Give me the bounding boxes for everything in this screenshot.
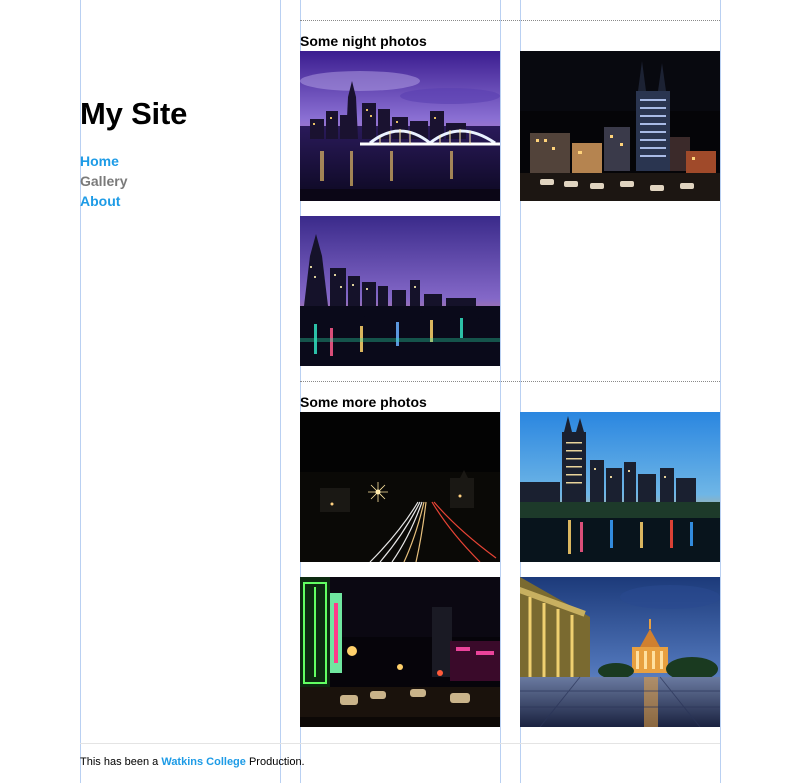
footer-prefix: This has been a	[80, 756, 159, 768]
photo-batman-building-night[interactable]	[520, 51, 720, 201]
section-heading-night-photos: Some night photos	[300, 33, 427, 49]
section-heading-more-photos: Some more photos	[300, 394, 427, 410]
section-divider	[300, 20, 720, 21]
photo-skyline-reflection[interactable]	[520, 412, 720, 562]
grid-guide-line	[500, 0, 501, 783]
footer-link-watkins-college[interactable]: Watkins College	[161, 756, 246, 768]
footer-divider	[80, 743, 720, 744]
nav-item-home[interactable]: Home	[80, 151, 127, 171]
photo-skyline-bridge[interactable]	[300, 51, 500, 201]
photo-skyline-river-purple[interactable]	[300, 216, 500, 366]
photo-light-trails[interactable]	[300, 412, 500, 562]
photo-neon-street[interactable]	[300, 577, 500, 727]
nav-item-about[interactable]: About	[80, 191, 127, 211]
grid-guide-line	[280, 0, 281, 783]
section-divider	[300, 381, 720, 382]
main-nav: Home Gallery About	[80, 151, 127, 211]
grid-guide-line	[720, 0, 721, 783]
site-title: My Site	[80, 96, 188, 131]
footer: This has been a Watkins College Producti…	[80, 756, 305, 768]
photo-capitol-plaza[interactable]	[520, 577, 720, 727]
nav-item-gallery[interactable]: Gallery	[80, 171, 127, 191]
footer-suffix: Production.	[248, 756, 305, 768]
